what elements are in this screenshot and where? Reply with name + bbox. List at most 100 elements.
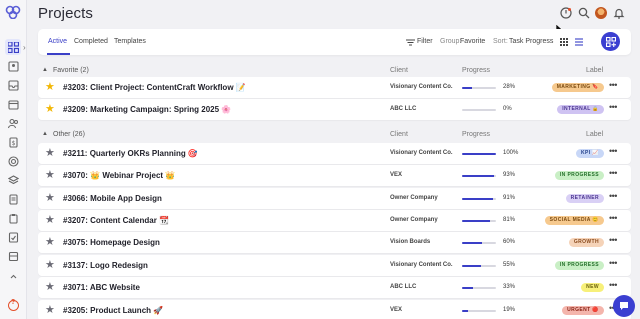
search-icon[interactable] bbox=[578, 7, 590, 19]
sidebar-item-archive[interactable] bbox=[5, 248, 21, 264]
column-header-client[interactable]: Client bbox=[390, 131, 408, 138]
progress-fill bbox=[462, 265, 481, 267]
project-row[interactable]: ★ #3209: Marketing Campaign: Spring 2025 … bbox=[38, 99, 631, 120]
progress-percent: 60% bbox=[503, 239, 516, 245]
tab-active[interactable]: Active bbox=[48, 38, 67, 45]
project-row[interactable]: ★ #3070: 👑 Webinar Project 👑 VEX 93% IN PROG… bbox=[38, 165, 631, 186]
tab-templates[interactable]: Templates bbox=[114, 38, 146, 45]
favorite-star-icon[interactable]: ★ bbox=[45, 192, 55, 204]
tab-completed[interactable]: Completed bbox=[74, 38, 108, 45]
favorite-star-icon[interactable]: ★ bbox=[45, 147, 55, 159]
label-badge[interactable]: IN PROGRESS bbox=[554, 261, 604, 270]
project-row[interactable]: ★ #3066: Mobile App Design Owner Company 91… bbox=[38, 188, 631, 209]
favorite-star-icon[interactable]: ★ bbox=[45, 103, 55, 115]
column-header-label[interactable]: Label bbox=[586, 67, 603, 74]
collapse-caret-icon[interactable]: ▲ bbox=[42, 67, 48, 73]
label-badge[interactable]: RETAINER bbox=[565, 194, 604, 203]
label-badge[interactable]: GROWTH bbox=[568, 238, 604, 247]
project-row[interactable]: ★#3205: Product Launch 🚀VEX19%URGENT 🔴••… bbox=[38, 300, 631, 319]
project-row[interactable]: ★ #3203: Client Project: ContentCraft Wor… bbox=[38, 77, 631, 98]
sidebar-item-more[interactable] bbox=[5, 268, 21, 284]
sidebar-item-calendar[interactable] bbox=[5, 96, 21, 112]
more-options-icon[interactable]: ••• bbox=[609, 146, 617, 156]
updates-icon[interactable] bbox=[560, 7, 572, 19]
chat-button[interactable] bbox=[613, 295, 635, 317]
column-header-progress[interactable]: Progress bbox=[462, 67, 490, 74]
column-header-label[interactable]: Label bbox=[586, 131, 603, 138]
sidebar-item-projects[interactable] bbox=[5, 39, 21, 55]
favorite-star-icon[interactable]: ★ bbox=[45, 259, 55, 271]
grid-view-icon[interactable] bbox=[560, 38, 568, 46]
avatar[interactable] bbox=[595, 7, 607, 19]
sidebar-item-team[interactable] bbox=[5, 115, 21, 131]
more-options-icon[interactable]: ••• bbox=[609, 235, 617, 245]
label-badge[interactable]: INTERNAL 🔒 bbox=[557, 105, 604, 114]
project-title[interactable]: #3137: Logo Redesign bbox=[63, 261, 148, 270]
more-options-icon[interactable]: ••• bbox=[609, 280, 617, 290]
sidebar-item-contacts[interactable] bbox=[5, 58, 21, 74]
more-options-icon[interactable]: ••• bbox=[609, 80, 617, 90]
sidebar-item-documents[interactable] bbox=[5, 191, 21, 207]
project-title[interactable]: #3070: 👑 Webinar Project 👑 bbox=[63, 171, 175, 180]
project-title[interactable]: #3066: Mobile App Design bbox=[63, 194, 162, 203]
project-row[interactable]: ★ #3071: ABC Website ABC LLC 33% NEW ••• bbox=[38, 277, 631, 298]
bell-icon[interactable] bbox=[613, 7, 625, 19]
inbox-icon bbox=[7, 79, 19, 91]
label-badge[interactable]: IN PROGRESS bbox=[554, 171, 604, 180]
project-client: Visionary Content Co. bbox=[390, 84, 453, 90]
filter-button[interactable]: Filter bbox=[417, 38, 433, 45]
filter-icon[interactable] bbox=[406, 39, 415, 46]
progress-fill bbox=[462, 198, 493, 200]
sidebar-item-inbox[interactable] bbox=[5, 77, 21, 93]
help-icon[interactable] bbox=[8, 299, 19, 311]
project-client: VEX bbox=[390, 172, 403, 178]
project-row[interactable]: ★ #3137: Logo Redesign Visionary Content C… bbox=[38, 255, 631, 276]
progress-bar bbox=[462, 175, 496, 177]
more-options-icon[interactable]: ••• bbox=[609, 102, 617, 112]
project-client: ABC LLC bbox=[390, 106, 417, 112]
more-options-icon[interactable]: ••• bbox=[609, 168, 617, 178]
sort-select[interactable]: Task Progress bbox=[509, 38, 553, 45]
label-badge[interactable]: URGENT 🔴 bbox=[562, 306, 604, 315]
label-badge[interactable]: KPI 📈 bbox=[576, 149, 604, 158]
project-row[interactable]: ★ #3207: Content Calendar 📆 Owner Company 8… bbox=[38, 210, 631, 231]
favorite-star-icon[interactable]: ★ bbox=[45, 304, 55, 316]
more-options-icon[interactable]: ••• bbox=[609, 191, 617, 201]
label-badge[interactable]: SOCIAL MEDIA 😊 bbox=[544, 216, 604, 225]
project-row[interactable]: ★ #3211: Quarterly OKRs Planning 🎯 Visiona… bbox=[38, 143, 631, 164]
project-title[interactable]: #3205: Product Launch 🚀 bbox=[63, 306, 163, 315]
collapse-caret-icon[interactable]: ▲ bbox=[42, 131, 48, 137]
label-badge[interactable]: MARKETING 🔖 bbox=[551, 83, 604, 92]
favorite-star-icon[interactable]: ★ bbox=[45, 281, 55, 293]
column-header-progress[interactable]: Progress bbox=[462, 131, 490, 138]
sidebar-item-files[interactable] bbox=[5, 229, 21, 245]
project-title[interactable]: #3207: Content Calendar 📆 bbox=[63, 216, 169, 225]
project-title[interactable]: #3071: ABC Website bbox=[63, 283, 140, 292]
sidebar-item-goals[interactable] bbox=[5, 153, 21, 169]
project-title[interactable]: #3211: Quarterly OKRs Planning 🎯 bbox=[63, 149, 198, 158]
favorite-star-icon[interactable]: ★ bbox=[45, 169, 55, 181]
list-view-icon[interactable] bbox=[575, 38, 583, 46]
label-badge[interactable]: NEW bbox=[581, 283, 604, 292]
column-header-client[interactable]: Client bbox=[390, 67, 408, 74]
sidebar-item-tasks[interactable] bbox=[5, 210, 21, 226]
favorite-star-icon[interactable]: ★ bbox=[45, 214, 55, 226]
project-row[interactable]: ★ #3075: Homepage Design Vision Boards 60% G… bbox=[38, 232, 631, 253]
project-title[interactable]: #3075: Homepage Design bbox=[63, 238, 160, 247]
more-options-icon[interactable]: ••• bbox=[609, 258, 617, 268]
progress-fill bbox=[462, 153, 496, 155]
sidebar-expand-chevron-icon[interactable]: › bbox=[23, 43, 26, 52]
project-client: Visionary Content Co. bbox=[390, 150, 453, 156]
project-title[interactable]: #3209: Marketing Campaign: Spring 2025 🌸 bbox=[63, 105, 231, 114]
favorite-star-icon[interactable]: ★ bbox=[45, 236, 55, 248]
sidebar-item-layers[interactable] bbox=[5, 172, 21, 188]
group-header-other[interactable]: ▲ Other (26) Client Progress Label bbox=[38, 129, 631, 143]
more-options-icon[interactable]: ••• bbox=[609, 213, 617, 223]
app-logo-icon[interactable] bbox=[5, 5, 22, 19]
new-project-button[interactable] bbox=[601, 32, 620, 51]
group-by-select[interactable]: Favorite bbox=[460, 38, 485, 45]
sidebar-item-invoices[interactable]: $ bbox=[5, 134, 21, 150]
project-title[interactable]: #3203: Client Project: ContentCraft Work… bbox=[63, 83, 246, 92]
progress-bar bbox=[462, 198, 496, 200]
favorite-star-icon[interactable]: ★ bbox=[45, 81, 55, 93]
